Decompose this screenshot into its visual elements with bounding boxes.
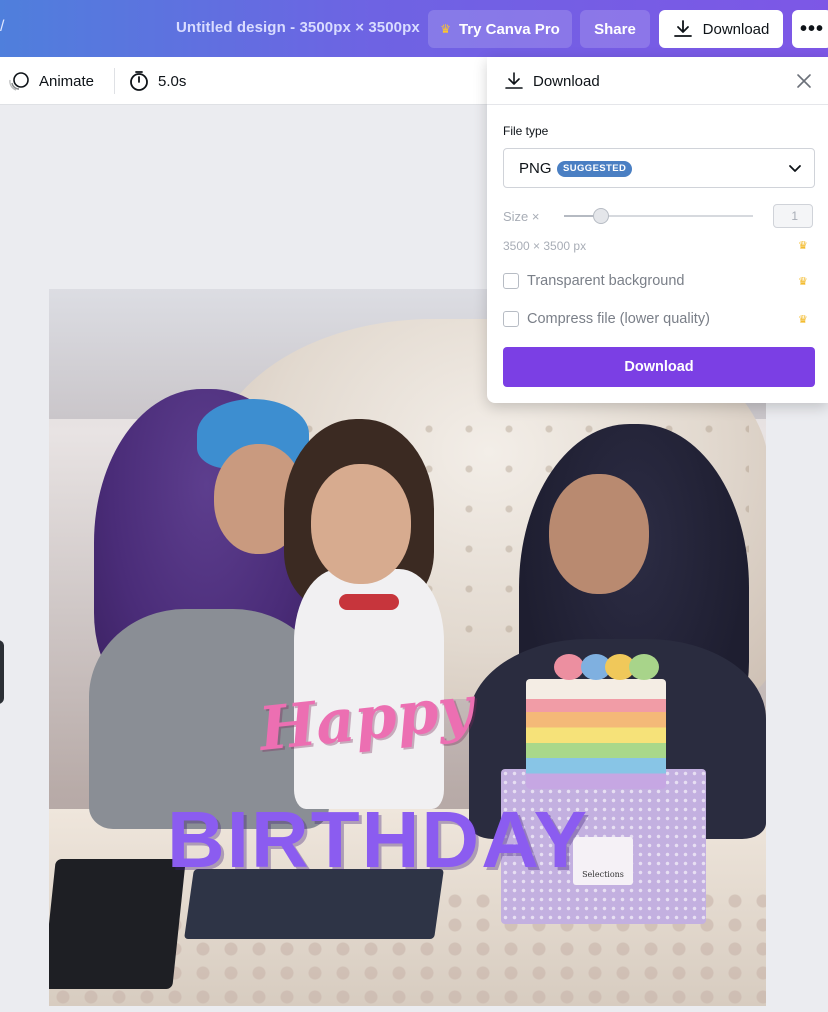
download-button-label: Download bbox=[702, 20, 770, 38]
compress-file-checkbox[interactable] bbox=[503, 311, 519, 327]
suggested-badge: SUGGESTED bbox=[557, 161, 633, 177]
timer-icon bbox=[130, 71, 148, 91]
photo-face-right bbox=[549, 474, 649, 594]
dimensions-text: 3500 × 3500 px bbox=[503, 239, 587, 253]
more-options-button[interactable]: ••• bbox=[792, 10, 828, 48]
crown-icon: ♛ bbox=[798, 276, 808, 288]
photo-macaron bbox=[554, 654, 584, 680]
share-button[interactable]: Share bbox=[580, 10, 650, 48]
file-type-label: File type bbox=[503, 124, 549, 138]
share-label: Share bbox=[594, 20, 636, 38]
photo-rainbow-cake bbox=[526, 679, 666, 789]
download-button[interactable]: Download bbox=[659, 10, 783, 48]
file-type-select[interactable]: PNG SUGGESTED bbox=[503, 148, 815, 188]
design-title[interactable]: Untitled design - 3500px × 3500px bbox=[176, 19, 420, 36]
top-bar: / Untitled design - 3500px × 3500px ♛ Tr… bbox=[0, 0, 828, 57]
crown-icon: ♛ bbox=[798, 240, 808, 252]
animate-button[interactable]: Animate bbox=[8, 71, 94, 91]
animate-label: Animate bbox=[39, 72, 95, 90]
chevron-down-icon bbox=[789, 165, 801, 172]
file-type-value: PNG bbox=[519, 160, 552, 177]
try-canva-pro-label: Try Canva Pro bbox=[458, 20, 560, 38]
try-canva-pro-button[interactable]: ♛ Try Canva Pro bbox=[428, 10, 572, 48]
size-slider-handle[interactable] bbox=[593, 208, 609, 224]
more-icon: ••• bbox=[799, 17, 824, 40]
download-submit-label: Download bbox=[624, 359, 694, 375]
download-panel-header: Download bbox=[487, 57, 828, 105]
crown-icon: ♛ bbox=[440, 22, 451, 36]
size-input[interactable]: 1 bbox=[773, 204, 813, 228]
birthday-text[interactable]: BIRTHDAY bbox=[167, 794, 589, 886]
topbar-edge-mark: / bbox=[0, 18, 5, 35]
transparent-background-label: Transparent background bbox=[527, 273, 685, 289]
duration-button[interactable]: 5.0s bbox=[129, 70, 186, 92]
animate-icon bbox=[9, 72, 29, 91]
close-icon[interactable] bbox=[795, 72, 813, 90]
size-label: Size × bbox=[503, 209, 540, 224]
transparent-background-option[interactable]: Transparent background bbox=[503, 273, 684, 289]
duration-label: 5.0s bbox=[158, 72, 187, 90]
photo-macaron bbox=[629, 654, 659, 680]
photo-bow bbox=[339, 594, 399, 610]
compress-file-label: Compress file (lower quality) bbox=[527, 311, 710, 327]
photo-tablet bbox=[49, 859, 186, 989]
download-icon bbox=[673, 20, 692, 37]
transparent-background-checkbox[interactable] bbox=[503, 273, 519, 289]
compress-file-option[interactable]: Compress file (lower quality) bbox=[503, 311, 710, 327]
download-submit-button[interactable]: Download bbox=[503, 347, 815, 387]
side-panel-toggle[interactable] bbox=[0, 640, 4, 704]
download-icon bbox=[505, 72, 523, 89]
crown-icon: ♛ bbox=[798, 314, 808, 326]
download-panel-title: Download bbox=[533, 73, 600, 90]
photo-face-middle bbox=[311, 464, 411, 584]
toolbar-divider bbox=[114, 68, 115, 94]
download-panel: Download File type PNG SUGGESTED Size × … bbox=[487, 57, 828, 403]
